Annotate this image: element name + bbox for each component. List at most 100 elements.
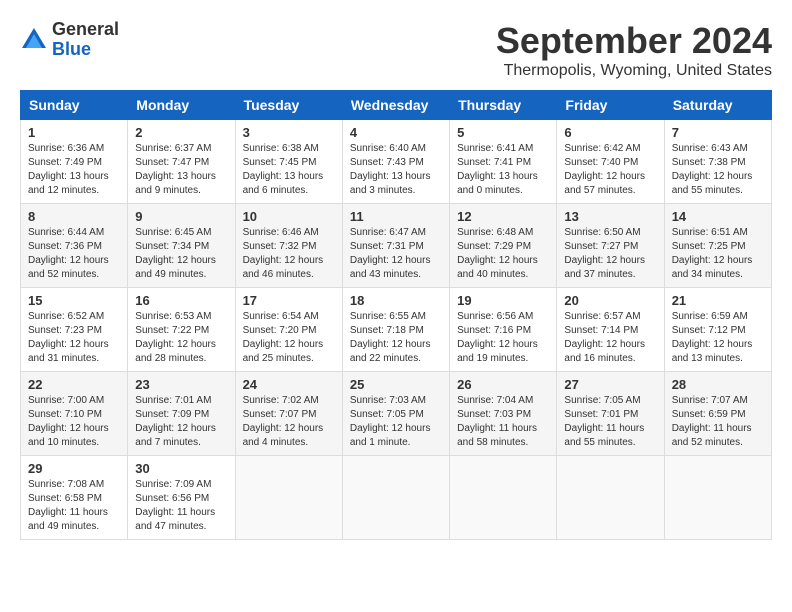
calendar-cell: 22Sunrise: 7:00 AMSunset: 7:10 PMDayligh… xyxy=(21,372,128,456)
day-number: 9 xyxy=(135,209,227,224)
day-number: 4 xyxy=(350,125,442,140)
day-info: Sunrise: 6:59 AMSunset: 7:12 PMDaylight:… xyxy=(672,310,764,366)
day-number: 12 xyxy=(457,209,549,224)
day-number: 27 xyxy=(564,377,656,392)
day-info: Sunrise: 6:43 AMSunset: 7:38 PMDaylight:… xyxy=(672,142,764,198)
calendar-cell: 16Sunrise: 6:53 AMSunset: 7:22 PMDayligh… xyxy=(128,288,235,372)
month-title: September 2024 xyxy=(496,20,772,62)
day-number: 26 xyxy=(457,377,549,392)
day-number: 29 xyxy=(28,461,120,476)
header-row: Sunday Monday Tuesday Wednesday Thursday… xyxy=(21,91,772,120)
day-number: 6 xyxy=(564,125,656,140)
calendar-table: Sunday Monday Tuesday Wednesday Thursday… xyxy=(20,90,772,540)
day-info: Sunrise: 6:42 AMSunset: 7:40 PMDaylight:… xyxy=(564,142,656,198)
day-number: 7 xyxy=(672,125,764,140)
calendar-cell xyxy=(235,456,342,540)
logo-icon xyxy=(20,26,48,54)
day-info: Sunrise: 6:44 AMSunset: 7:36 PMDaylight:… xyxy=(28,226,120,282)
day-number: 1 xyxy=(28,125,120,140)
day-info: Sunrise: 6:50 AMSunset: 7:27 PMDaylight:… xyxy=(564,226,656,282)
day-number: 8 xyxy=(28,209,120,224)
day-number: 30 xyxy=(135,461,227,476)
logo-blue: Blue xyxy=(52,40,119,60)
day-number: 22 xyxy=(28,377,120,392)
day-info: Sunrise: 6:45 AMSunset: 7:34 PMDaylight:… xyxy=(135,226,227,282)
calendar-cell: 6 Sunrise: 6:42 AMSunset: 7:40 PMDaylight… xyxy=(557,120,664,204)
day-number: 21 xyxy=(672,293,764,308)
calendar-cell: 10Sunrise: 6:46 AMSunset: 7:32 PMDayligh… xyxy=(235,204,342,288)
day-number: 10 xyxy=(243,209,335,224)
day-number: 17 xyxy=(243,293,335,308)
day-info: Sunrise: 6:52 AMSunset: 7:23 PMDaylight:… xyxy=(28,310,120,366)
calendar-cell: 11 Sunrise: 6:47 AMSunset: 7:31 PMDayligh… xyxy=(342,204,449,288)
col-sunday: Sunday xyxy=(21,91,128,120)
day-info: Sunrise: 6:57 AMSunset: 7:14 PMDaylight:… xyxy=(564,310,656,366)
day-info: Sunrise: 6:48 AMSunset: 7:29 PMDaylight:… xyxy=(457,226,549,282)
col-friday: Friday xyxy=(557,91,664,120)
day-info: Sunrise: 6:56 AMSunset: 7:16 PMDaylight:… xyxy=(457,310,549,366)
calendar-week-3: 15Sunrise: 6:52 AMSunset: 7:23 PMDayligh… xyxy=(21,288,772,372)
day-info: Sunrise: 7:07 AMSunset: 6:59 PMDaylight:… xyxy=(672,394,764,450)
calendar-cell: 17 Sunrise: 6:54 AMSunset: 7:20 PMDayligh… xyxy=(235,288,342,372)
day-info: Sunrise: 6:37 AMSunset: 7:47 PMDaylight:… xyxy=(135,142,227,198)
day-number: 14 xyxy=(672,209,764,224)
calendar-week-4: 22Sunrise: 7:00 AMSunset: 7:10 PMDayligh… xyxy=(21,372,772,456)
calendar-cell xyxy=(342,456,449,540)
calendar-cell: 7 Sunrise: 6:43 AMSunset: 7:38 PMDaylight… xyxy=(664,120,771,204)
col-monday: Monday xyxy=(128,91,235,120)
calendar-cell: 27 Sunrise: 7:05 AMSunset: 7:01 PMDayligh… xyxy=(557,372,664,456)
day-info: Sunrise: 6:38 AMSunset: 7:45 PMDaylight:… xyxy=(243,142,335,198)
day-number: 5 xyxy=(457,125,549,140)
day-info: Sunrise: 7:08 AMSunset: 6:58 PMDaylight:… xyxy=(28,478,120,534)
calendar-cell: 21 Sunrise: 6:59 AMSunset: 7:12 PMDayligh… xyxy=(664,288,771,372)
calendar-cell: 13 Sunrise: 6:50 AMSunset: 7:27 PMDayligh… xyxy=(557,204,664,288)
calendar-cell: 26 Sunrise: 7:04 AMSunset: 7:03 PMDayligh… xyxy=(450,372,557,456)
calendar-cell: 14 Sunrise: 6:51 AMSunset: 7:25 PMDayligh… xyxy=(664,204,771,288)
day-info: Sunrise: 6:36 AMSunset: 7:49 PMDaylight:… xyxy=(28,142,120,198)
logo: General Blue xyxy=(20,20,119,60)
col-thursday: Thursday xyxy=(450,91,557,120)
calendar-cell xyxy=(450,456,557,540)
day-info: Sunrise: 6:47 AMSunset: 7:31 PMDaylight:… xyxy=(350,226,442,282)
day-info: Sunrise: 7:03 AMSunset: 7:05 PMDaylight:… xyxy=(350,394,442,450)
col-saturday: Saturday xyxy=(664,91,771,120)
calendar-cell xyxy=(557,456,664,540)
calendar-cell: 18Sunrise: 6:55 AMSunset: 7:18 PMDayligh… xyxy=(342,288,449,372)
day-number: 28 xyxy=(672,377,764,392)
calendar-cell: 15Sunrise: 6:52 AMSunset: 7:23 PMDayligh… xyxy=(21,288,128,372)
calendar-cell: 20 Sunrise: 6:57 AMSunset: 7:14 PMDayligh… xyxy=(557,288,664,372)
calendar-cell: 8 Sunrise: 6:44 AMSunset: 7:36 PMDaylight… xyxy=(21,204,128,288)
calendar-cell: 9 Sunrise: 6:45 AMSunset: 7:34 PMDaylight… xyxy=(128,204,235,288)
calendar-cell xyxy=(664,456,771,540)
day-info: Sunrise: 6:41 AMSunset: 7:41 PMDaylight:… xyxy=(457,142,549,198)
calendar-cell: 4Sunrise: 6:40 AMSunset: 7:43 PMDaylight… xyxy=(342,120,449,204)
day-info: Sunrise: 7:01 AMSunset: 7:09 PMDaylight:… xyxy=(135,394,227,450)
calendar-week-1: 1 Sunrise: 6:36 AMSunset: 7:49 PMDaylight… xyxy=(21,120,772,204)
day-number: 20 xyxy=(564,293,656,308)
title-area: September 2024 Thermopolis, Wyoming, Uni… xyxy=(496,20,772,80)
calendar-cell: 25 Sunrise: 7:03 AMSunset: 7:05 PMDayligh… xyxy=(342,372,449,456)
calendar-cell: 12 Sunrise: 6:48 AMSunset: 7:29 PMDayligh… xyxy=(450,204,557,288)
calendar-cell: 29 Sunrise: 7:08 AMSunset: 6:58 PMDayligh… xyxy=(21,456,128,540)
col-wednesday: Wednesday xyxy=(342,91,449,120)
day-number: 3 xyxy=(243,125,335,140)
day-number: 16 xyxy=(135,293,227,308)
day-number: 13 xyxy=(564,209,656,224)
day-number: 19 xyxy=(457,293,549,308)
day-info: Sunrise: 7:05 AMSunset: 7:01 PMDaylight:… xyxy=(564,394,656,450)
calendar-cell: 30 Sunrise: 7:09 AMSunset: 6:56 PMDayligh… xyxy=(128,456,235,540)
day-number: 25 xyxy=(350,377,442,392)
col-tuesday: Tuesday xyxy=(235,91,342,120)
calendar-cell: 23Sunrise: 7:01 AMSunset: 7:09 PMDayligh… xyxy=(128,372,235,456)
calendar-cell: 5 Sunrise: 6:41 AMSunset: 7:41 PMDaylight… xyxy=(450,120,557,204)
calendar-cell: 24Sunrise: 7:02 AMSunset: 7:07 PMDayligh… xyxy=(235,372,342,456)
day-number: 11 xyxy=(350,209,442,224)
day-info: Sunrise: 7:09 AMSunset: 6:56 PMDaylight:… xyxy=(135,478,227,534)
day-info: Sunrise: 7:02 AMSunset: 7:07 PMDaylight:… xyxy=(243,394,335,450)
day-info: Sunrise: 6:51 AMSunset: 7:25 PMDaylight:… xyxy=(672,226,764,282)
day-info: Sunrise: 7:04 AMSunset: 7:03 PMDaylight:… xyxy=(457,394,549,450)
calendar-week-5: 29 Sunrise: 7:08 AMSunset: 6:58 PMDayligh… xyxy=(21,456,772,540)
day-info: Sunrise: 6:54 AMSunset: 7:20 PMDaylight:… xyxy=(243,310,335,366)
day-number: 18 xyxy=(350,293,442,308)
day-number: 2 xyxy=(135,125,227,140)
